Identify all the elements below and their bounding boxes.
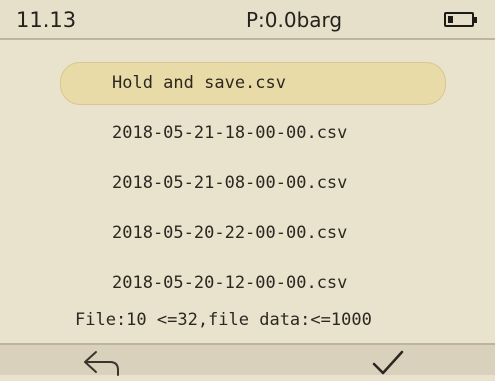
file-item[interactable]: 2018-05-21-08-00-00.csv [0, 162, 495, 205]
checkmark-icon [372, 350, 404, 375]
file-name: Hold and save.csv [112, 73, 286, 93]
file-item[interactable]: Hold and save.csv [60, 62, 446, 105]
file-name: 2018-05-21-18-00-00.csv [112, 123, 348, 143]
back-button[interactable] [80, 349, 124, 377]
file-item[interactable]: 2018-05-20-12-00-00.csv [0, 262, 495, 305]
confirm-button[interactable] [368, 349, 408, 377]
battery-level [448, 16, 453, 23]
file-name: 2018-05-20-12-00-00.csv [112, 273, 348, 293]
file-item[interactable]: 2018-05-21-18-00-00.csv [0, 112, 495, 155]
file-name: 2018-05-21-08-00-00.csv [112, 173, 348, 193]
file-summary: File:10 <=32,file data:<=1000 [75, 310, 372, 330]
bottom-bar [0, 343, 495, 377]
pressure-readout: P:0.0barg [246, 8, 343, 32]
back-arrow-icon [84, 351, 119, 376]
clock-time: 11.13 [16, 8, 77, 32]
file-name: 2018-05-20-22-00-00.csv [112, 223, 348, 243]
status-bar: 11.13 P:0.0barg [0, 0, 495, 40]
file-item[interactable]: 2018-05-20-22-00-00.csv [0, 212, 495, 255]
battery-icon [444, 12, 477, 27]
file-list: Hold and save.csv 2018-05-21-18-00-00.cs… [0, 62, 495, 312]
